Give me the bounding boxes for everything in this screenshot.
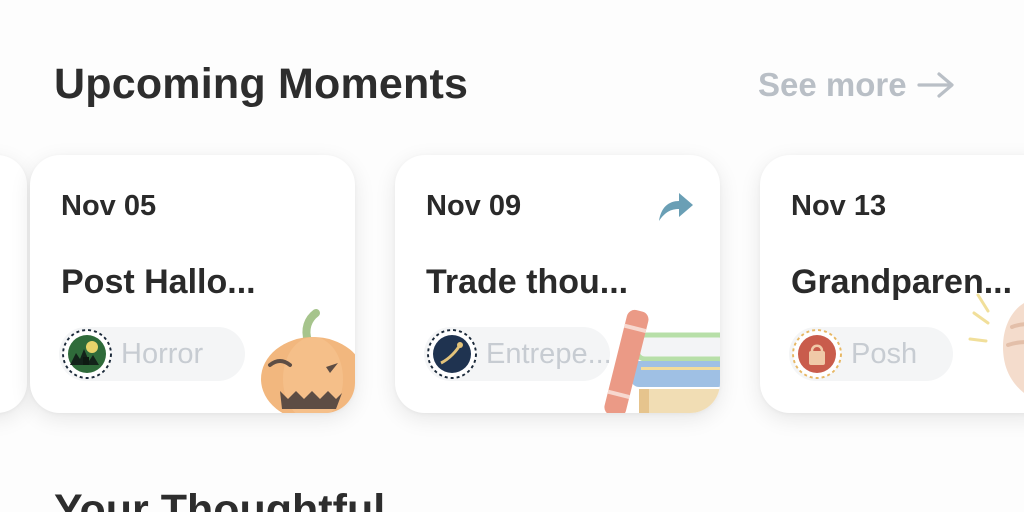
books-icon [604, 309, 720, 413]
moment-card[interactable]: Nov 13 Grandparen... Posh [760, 155, 1024, 413]
chip-label: Entrepe... [486, 337, 612, 370]
card-date: Nov 05 [61, 190, 157, 222]
horror-avatar-icon [62, 329, 112, 379]
posh-avatar-icon [792, 329, 842, 379]
category-chip[interactable]: Horror [59, 327, 245, 381]
moment-card[interactable]: Nov 05 Post Hallo... Horror [30, 155, 355, 413]
section-title-thoughtful: Your Thoughtful [54, 486, 386, 512]
card-title: Post Hallo... [61, 263, 256, 301]
pumpkin-icon [261, 309, 355, 413]
chip-label: Posh [851, 337, 918, 370]
category-chip[interactable]: Entrepe... [424, 327, 612, 381]
moment-card-offscreen[interactable] [0, 155, 27, 413]
moment-card[interactable]: Nov 09 Trade thou... Entrepe... [395, 155, 720, 413]
card-date: Nov 09 [426, 190, 522, 222]
share-arrow-icon[interactable] [655, 189, 695, 225]
card-date: Nov 13 [791, 190, 887, 222]
category-chip[interactable]: Posh [789, 327, 953, 381]
section-title: Upcoming Moments [54, 60, 469, 108]
arrow-right-icon [916, 72, 954, 98]
card-title: Trade thou... [426, 263, 629, 301]
chip-label: Horror [121, 337, 204, 370]
clapping-hands-icon [968, 293, 1024, 393]
entrepreneur-avatar-icon [427, 329, 477, 379]
see-more-label: See more [758, 66, 907, 103]
see-more-link[interactable]: See more [758, 66, 955, 104]
upcoming-moments-screen: Upcoming Moments See more Nov 05 Post Ha… [0, 0, 1024, 512]
